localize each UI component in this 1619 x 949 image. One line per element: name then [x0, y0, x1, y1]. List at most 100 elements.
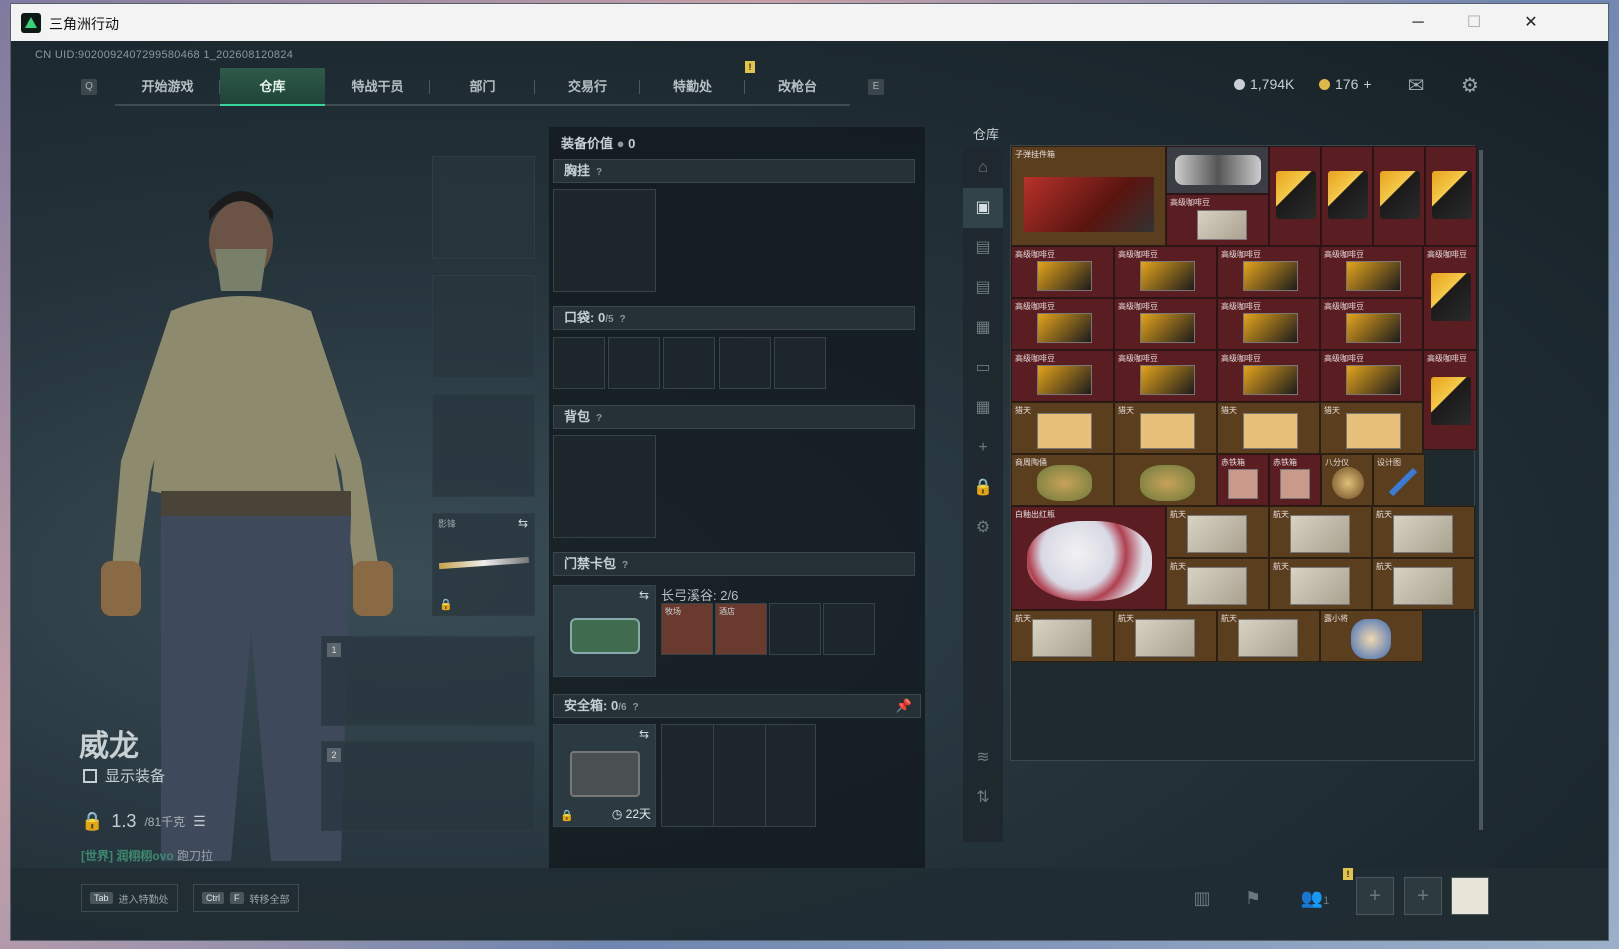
pocket-slot[interactable]: [774, 337, 826, 389]
keycard-slot[interactable]: [769, 603, 821, 655]
warehouse-item[interactable]: 高级咖啡豆: [1217, 298, 1320, 350]
warehouse-item[interactable]: 高级咖啡豆: [1011, 350, 1114, 402]
gold-currency[interactable]: 176 +: [1319, 76, 1372, 92]
keycard-item[interactable]: 酒店: [715, 603, 767, 655]
warehouse-item[interactable]: 商周陶俑: [1011, 454, 1114, 506]
minimize-button[interactable]: ─: [1395, 9, 1441, 37]
keycard-slot[interactable]: [823, 603, 875, 655]
stats-chart-icon[interactable]: ▥: [1187, 883, 1217, 913]
warehouse-item[interactable]: [1166, 146, 1269, 194]
pocket-slot[interactable]: [663, 337, 715, 389]
helmet-slot[interactable]: [432, 156, 535, 259]
warehouse-item[interactable]: 高级咖啡豆: [1114, 350, 1217, 402]
tab-warehouse[interactable]: 仓库: [220, 68, 325, 106]
friends-icon[interactable]: 👥1: [1295, 883, 1335, 913]
team-slot-add[interactable]: +: [1404, 877, 1442, 915]
tab-gunsmith[interactable]: 改枪台: [745, 68, 850, 106]
warehouse-item[interactable]: 航天: [1011, 610, 1114, 662]
warehouse-item[interactable]: 航天: [1166, 558, 1269, 610]
sort-icon[interactable]: ⇅: [963, 778, 1003, 818]
warehouse-item[interactable]: 高级咖啡豆: [1011, 246, 1114, 298]
pocket-slot[interactable]: [553, 337, 605, 389]
warehouse-tab-icon[interactable]: ▦: [963, 388, 1003, 428]
warehouse-item[interactable]: 航天: [1166, 506, 1269, 558]
warehouse-item[interactable]: 高级咖啡豆: [1320, 350, 1423, 402]
warehouse-item[interactable]: 八分仪: [1321, 454, 1373, 506]
chest-rig-slot[interactable]: [553, 189, 656, 292]
pocket-slot[interactable]: [719, 337, 771, 389]
pocket-slot[interactable]: [608, 337, 660, 389]
warehouse-item[interactable]: 高级咖啡豆: [1166, 194, 1269, 246]
checkbox-icon[interactable]: [83, 768, 97, 783]
warehouse-item[interactable]: 航天: [1114, 610, 1217, 662]
warehouse-item[interactable]: 航天: [1269, 506, 1372, 558]
warehouse-item[interactable]: 高级咖啡豆: [1320, 246, 1423, 298]
backpack-slot[interactable]: [553, 435, 656, 538]
warehouse-item[interactable]: 猎天: [1011, 402, 1114, 454]
tab-start-game[interactable]: 开始游戏: [115, 68, 220, 106]
warehouse-tab-icon[interactable]: ⌂: [963, 148, 1003, 188]
safe-box-slot[interactable]: ⇆ 🔒 ◷ 22天: [553, 724, 656, 827]
warehouse-item[interactable]: 高级咖啡豆: [1114, 246, 1217, 298]
tab-operators[interactable]: 特战干员: [325, 68, 430, 106]
add-tab-icon[interactable]: +: [963, 428, 1003, 468]
warehouse-item[interactable]: 高级咖啡豆: [1423, 350, 1477, 450]
add-currency-button[interactable]: +: [1363, 76, 1371, 92]
warehouse-item[interactable]: [1425, 146, 1477, 246]
show-equipment-toggle[interactable]: 显示装备: [83, 765, 165, 786]
warehouse-item[interactable]: 航天: [1269, 558, 1372, 610]
warehouse-item[interactable]: 航天: [1372, 558, 1475, 610]
enter-special-ops-button[interactable]: Tab 进入特勤处: [81, 884, 178, 912]
warehouse-tab-icon[interactable]: ▤: [963, 268, 1003, 308]
warehouse-tab-icon[interactable]: ▦: [963, 308, 1003, 348]
warehouse-item[interactable]: [1373, 146, 1425, 246]
warehouse-item[interactable]: 高级咖啡豆: [1114, 298, 1217, 350]
warehouse-item[interactable]: 高级咖啡豆: [1320, 298, 1423, 350]
warehouse-item[interactable]: 设计图: [1373, 454, 1425, 506]
tab-special-ops[interactable]: 特勤处: [640, 68, 745, 106]
warehouse-item[interactable]: 猎天: [1320, 402, 1423, 454]
warehouse-item[interactable]: 高级咖啡豆: [1217, 350, 1320, 402]
warehouse-item[interactable]: [1321, 146, 1373, 246]
warehouse-item[interactable]: 子弹挂件箱: [1011, 146, 1166, 246]
team-slot-add[interactable]: +: [1356, 877, 1394, 915]
swap-icon[interactable]: ⇆: [639, 727, 649, 741]
warehouse-item[interactable]: 航天: [1372, 506, 1475, 558]
pistol-slot[interactable]: [432, 394, 535, 497]
warehouse-item[interactable]: 猎天: [1217, 402, 1320, 454]
warehouse-tab-icon[interactable]: ▤: [963, 228, 1003, 268]
warehouse-item[interactable]: 高级咖啡豆: [1423, 246, 1477, 350]
safe-box-grid[interactable]: [661, 724, 816, 827]
warehouse-scrollbar[interactable]: [1479, 150, 1483, 830]
warehouse-item[interactable]: 赤铁箱: [1269, 454, 1321, 506]
warehouse-item[interactable]: 赤铁箱: [1217, 454, 1269, 506]
layers-icon[interactable]: ≋: [963, 738, 1003, 778]
warehouse-item[interactable]: 高级咖啡豆: [1011, 298, 1114, 350]
tab-trade[interactable]: 交易行: [535, 68, 640, 106]
settings-gear-icon[interactable]: ⚙: [1458, 73, 1482, 97]
list-icon[interactable]: ☰: [193, 813, 206, 830]
transfer-all-button[interactable]: Ctrl F 转移全部: [193, 884, 299, 912]
flag-icon[interactable]: ⚑: [1238, 883, 1268, 913]
tab-department[interactable]: 部门: [430, 68, 535, 106]
pin-icon[interactable]: 📌: [896, 695, 912, 717]
warehouse-item[interactable]: 露小将: [1320, 610, 1423, 662]
player-avatar[interactable]: [1451, 877, 1489, 915]
warehouse-item[interactable]: 高级咖啡豆: [1217, 246, 1320, 298]
warehouse-item[interactable]: 白釉出红瓶: [1011, 506, 1166, 610]
swap-icon[interactable]: ⇆: [639, 588, 649, 602]
settings-gear-icon[interactable]: ⚙: [963, 508, 1003, 548]
warehouse-item[interactable]: 猎天: [1114, 402, 1217, 454]
lock-icon[interactable]: 🔒: [963, 468, 1003, 508]
warehouse-item[interactable]: [1269, 146, 1321, 246]
swap-icon[interactable]: ⇆: [518, 516, 528, 530]
warehouse-item[interactable]: 航天: [1217, 610, 1320, 662]
armor-slot[interactable]: [432, 275, 535, 378]
primary-weapon-slot[interactable]: 1: [321, 636, 535, 726]
close-button[interactable]: ✕: [1508, 9, 1554, 37]
keycard-case-slot[interactable]: ⇆: [553, 585, 656, 677]
warehouse-tab-icon[interactable]: ▭: [963, 348, 1003, 388]
mail-icon[interactable]: ✉: [1404, 73, 1428, 97]
warehouse-tab-icon[interactable]: ▣: [963, 188, 1003, 228]
secondary-weapon-slot[interactable]: 2: [321, 741, 535, 831]
